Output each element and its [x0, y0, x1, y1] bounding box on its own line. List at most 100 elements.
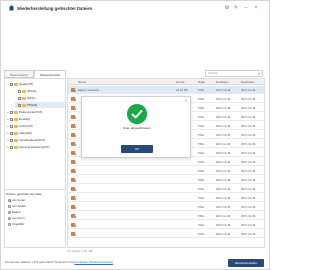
sort-option[interactable]: von Innen	[8, 198, 25, 203]
tree-item-label: Dokumente(XXX)	[19, 110, 43, 114]
table-row[interactable]: PNG 2017-12-46 2017-12-46	[68, 167, 264, 175]
tree-item[interactable]: − Quelle(78)	[7, 81, 65, 87]
tree-item[interactable]: JPG(1)	[15, 88, 65, 94]
table-row[interactable]: PNG 2017-12-46 2017-12-46	[68, 203, 264, 211]
tree-item-label: Keine Erweiterung(XX)	[19, 145, 50, 149]
table-row[interactable]: PNG 2017-12-46 2017-12-46	[68, 158, 264, 166]
cell-modified: 2017-12-46	[241, 133, 256, 137]
table-row[interactable]: PNG 2017-12-46 2017-12-46	[68, 185, 264, 193]
settings-icon[interactable]: ⚙	[224, 5, 230, 11]
tree-item-label: Verschiedene(XXX)	[19, 138, 46, 142]
tab-file-view[interactable]: Dateienansicht	[34, 70, 66, 78]
table-row[interactable]: PNG 2017-12-46 2017-12-46	[68, 221, 264, 229]
image-file-icon	[71, 97, 76, 101]
image-file-icon	[71, 106, 76, 110]
cell-type: PNG	[198, 124, 205, 128]
tree-checkbox[interactable]	[10, 110, 13, 114]
tree-item[interactable]: PNG(6)	[15, 102, 65, 108]
table-row[interactable]: PNG 2017-12-46 2017-12-46	[68, 194, 264, 202]
minimize-icon[interactable]: –	[243, 5, 249, 11]
cell-created: 2017-12-46	[216, 187, 231, 191]
sort-option-label: von Form	[12, 216, 25, 220]
sort-option-label: von Außen	[12, 204, 27, 208]
cell-created: 2017-12-46	[216, 169, 231, 173]
tree-item-label: Email(2)	[19, 117, 31, 121]
search-input[interactable]: Suchen ⌕	[205, 70, 263, 77]
tree-checkbox[interactable]	[10, 131, 13, 135]
tree-checkbox[interactable]	[18, 96, 21, 100]
search-placeholder: Suchen	[208, 71, 219, 75]
footer-bar: Sie können Dateien nicht gefunden? Versu…	[1, 256, 269, 269]
cell-name: Eigene Versuche	[78, 88, 100, 92]
cell-created: 2017-12-46	[216, 142, 231, 146]
tree-item-label: Video(32)	[19, 131, 32, 135]
success-check-icon	[127, 104, 147, 124]
cell-created: 2017-12-46	[216, 151, 231, 155]
image-file-icon	[71, 232, 76, 236]
cell-type: PNG	[198, 232, 205, 236]
feedback-icon[interactable]: ✎	[233, 5, 239, 11]
table-row[interactable]: PNG 2017-12-46 2017-12-46	[68, 212, 264, 220]
image-file-icon	[71, 160, 76, 164]
tree-item[interactable]: GIF(1)	[15, 95, 65, 101]
ok-button[interactable]: OK	[121, 145, 153, 153]
cell-modified: 2017-12-46	[241, 115, 256, 119]
sort-radio[interactable]	[8, 204, 11, 208]
cell-modified: 2017-12-46	[241, 232, 256, 236]
column-header-name[interactable]: Name	[78, 79, 86, 85]
cell-modified: 2017-12-46	[241, 97, 256, 101]
tree-item[interactable]: + Archiv(15)	[7, 123, 65, 129]
window-title: Wiederherstellung gelöschter Dateien	[17, 6, 93, 11]
sort-option[interactable]: von Außen	[8, 204, 26, 209]
close-dialog-icon[interactable]: ×	[185, 98, 187, 103]
tree-item[interactable]: + Verschiedene(XXX)	[7, 137, 65, 143]
sort-radio[interactable]	[8, 210, 11, 214]
table-header: Name Größe Datei Erstdaten Bearbeitet	[68, 79, 264, 85]
cell-size: 21.61 KB	[176, 88, 188, 92]
tree-item-label: GIF(1)	[27, 96, 36, 100]
sort-option[interactable]: von Form	[8, 216, 25, 221]
sort-radio[interactable]	[8, 216, 11, 220]
tree-item[interactable]: + Video(32)	[7, 130, 65, 136]
cell-modified: 2017-12-46	[241, 205, 256, 209]
tree-checkbox[interactable]	[10, 117, 13, 121]
table-row[interactable]: PNG 2017-12-46 2017-12-46	[68, 176, 264, 184]
cell-modified: 2017-12-46	[241, 106, 256, 110]
table-row[interactable]: Eigene Versuche 21.61 KB PNG 2017-12-46 2017…	[68, 86, 264, 94]
cell-modified: 2017-12-46	[241, 151, 256, 155]
full-recovery-link[interactable]: Komplette Wiederherstellung	[74, 260, 113, 264]
cell-created: 2017-12-46	[216, 88, 231, 92]
cell-type: PNG	[198, 142, 205, 146]
close-window-icon[interactable]: ×	[253, 5, 259, 11]
sort-option[interactable]: Ungefähr	[8, 222, 24, 227]
tree-checkbox[interactable]	[10, 138, 13, 142]
cell-modified: 2017-12-46	[241, 178, 256, 182]
file-count-status: 207 Dateien (1.81 MB)	[67, 250, 94, 253]
tree-item[interactable]: + Keine Erweiterung(XX)	[7, 144, 65, 150]
sort-radio[interactable]	[8, 222, 11, 226]
sort-option-label: Datum	[12, 210, 21, 214]
folder-icon	[14, 110, 18, 114]
folder-icon	[14, 124, 18, 128]
cell-created: 2017-12-46	[216, 232, 231, 236]
column-header-type[interactable]: Datei	[198, 79, 205, 85]
cell-created: 2017-12-46	[216, 124, 231, 128]
sort-option[interactable]: Datum	[8, 210, 21, 215]
sort-radio[interactable]	[8, 198, 11, 202]
tree-checkbox[interactable]	[10, 145, 13, 149]
tree-checkbox[interactable]	[18, 89, 21, 93]
image-file-icon	[71, 223, 76, 227]
tree-checkbox[interactable]	[18, 103, 21, 107]
column-header-size[interactable]: Größe	[176, 79, 185, 85]
tree-checkbox[interactable]	[10, 124, 13, 128]
tree-item[interactable]: + Email(2)	[7, 116, 65, 122]
search-icon[interactable]: ⌕	[258, 71, 260, 76]
cell-type: PNG	[198, 133, 205, 137]
tab-tree-view[interactable]: Baumansicht	[4, 70, 34, 78]
column-header-modified[interactable]: Bearbeitet	[241, 79, 255, 85]
restore-button[interactable]: Wiederherstellen	[228, 259, 264, 267]
column-header-created[interactable]: Erstdaten	[216, 79, 229, 85]
table-row[interactable]: PNG 2017-12-46 2017-12-46	[68, 230, 264, 238]
tree-checkbox[interactable]	[10, 82, 13, 86]
tree-item[interactable]: + Dokumente(XXX)	[7, 109, 65, 115]
